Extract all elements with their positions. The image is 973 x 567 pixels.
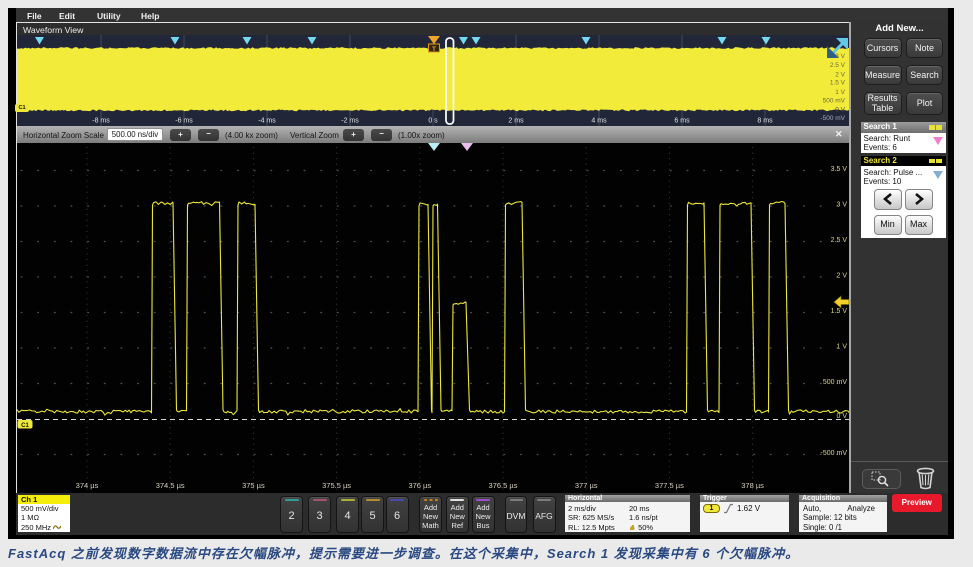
svg-text:374.5 µs: 374.5 µs — [156, 481, 185, 490]
svg-text:4 ms: 4 ms — [591, 118, 607, 125]
svg-text:1 V: 1 V — [836, 344, 847, 351]
svg-text:-500 mV: -500 mV — [821, 450, 848, 457]
svg-text:T: T — [432, 46, 436, 53]
svg-text:2 V: 2 V — [835, 71, 845, 78]
svg-text:3 V: 3 V — [835, 53, 845, 60]
svg-text:0 s: 0 s — [428, 118, 438, 125]
svg-text:6 ms: 6 ms — [674, 118, 690, 125]
svg-text:375.5 µs: 375.5 µs — [322, 481, 351, 490]
svg-text:0 V: 0 V — [835, 106, 845, 113]
svg-text:8 ms: 8 ms — [757, 118, 773, 125]
svg-text:3.5 V: 3.5 V — [831, 166, 848, 173]
svg-text:0 V: 0 V — [836, 413, 847, 420]
svg-text:1 V: 1 V — [835, 89, 845, 96]
svg-text:500 mV: 500 mV — [823, 379, 847, 386]
svg-text:1.5 V: 1.5 V — [830, 79, 846, 86]
svg-text:C1: C1 — [21, 423, 29, 429]
svg-text:374 µs: 374 µs — [76, 481, 99, 490]
svg-text:2 V: 2 V — [836, 273, 847, 280]
svg-text:2.5 V: 2.5 V — [831, 237, 848, 244]
svg-text:377 µs: 377 µs — [575, 481, 598, 490]
svg-text:2 ms: 2 ms — [508, 118, 524, 125]
svg-text:-4 ms: -4 ms — [258, 118, 276, 125]
svg-text:2.5 V: 2.5 V — [830, 62, 846, 69]
svg-text:3 V: 3 V — [836, 202, 847, 209]
svg-text:-8 ms: -8 ms — [92, 118, 110, 125]
svg-text:375 µs: 375 µs — [242, 481, 265, 490]
svg-text:-500 mV: -500 mV — [820, 115, 845, 122]
svg-text:377.5 µs: 377.5 µs — [655, 481, 684, 490]
svg-text:376 µs: 376 µs — [408, 481, 431, 490]
svg-text:-2 ms: -2 ms — [341, 118, 359, 125]
svg-text:1.5 V: 1.5 V — [831, 308, 848, 315]
svg-text:378 µs: 378 µs — [741, 481, 764, 490]
svg-text:376.5 µs: 376.5 µs — [489, 481, 518, 490]
svg-text:-6 ms: -6 ms — [175, 118, 193, 125]
svg-text:500 mV: 500 mV — [823, 98, 846, 105]
